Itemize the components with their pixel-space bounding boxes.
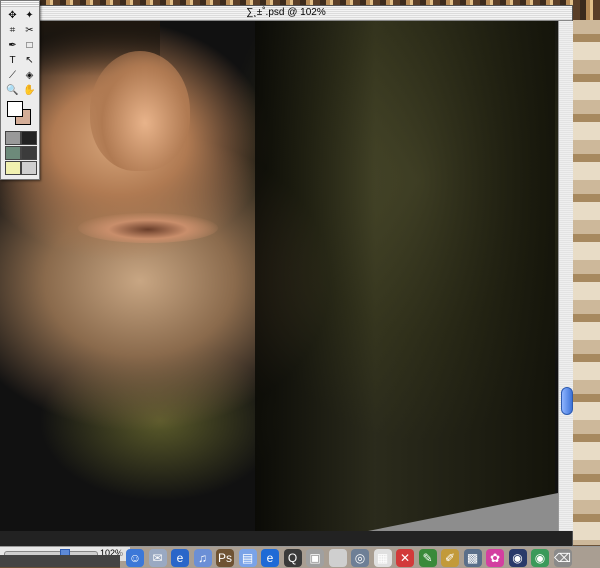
painting-mouth	[78, 213, 218, 243]
apple-icon[interactable]	[328, 549, 347, 567]
flower-icon[interactable]: ✿	[486, 549, 504, 567]
sherlock-icon[interactable]: ◎	[351, 549, 369, 567]
rectangle-tool-icon[interactable]: □	[21, 38, 38, 54]
eyedropper-tool-icon[interactable]: ⟋	[4, 68, 21, 84]
path-select-tool-icon[interactable]: ↖	[21, 53, 38, 69]
screen-mode-standard-icon[interactable]	[5, 146, 21, 160]
tools-palette: ✥ ✦ ⌗ ✂ ✒ □ T ↖ ⟋ ◈ 🔍 ✋	[0, 0, 40, 180]
desktop-bottom-left	[0, 555, 120, 567]
ical-icon[interactable]: ▦	[373, 549, 392, 567]
crop-tool-icon[interactable]: ⌗	[4, 23, 21, 39]
image-canvas[interactable]	[0, 21, 558, 531]
internet-explorer-icon[interactable]: e	[261, 549, 279, 567]
brush-app-icon[interactable]: ✐	[441, 549, 459, 567]
wand-tool-icon[interactable]: ✦	[21, 8, 38, 24]
quicktime-icon[interactable]: Q	[283, 549, 302, 567]
trash-icon[interactable]: ⌫	[553, 549, 572, 567]
dock: ☺ ✉ e ♫ Ps ▤ e Q ▣ ◎ ▦ ✕ ✎ ✐ ▩ ✿ ◉ ◉ ⌫	[120, 546, 600, 568]
foreground-color-swatch[interactable]	[7, 101, 23, 117]
scroll-thumb[interactable]	[561, 387, 573, 415]
image-app-icon[interactable]: ▩	[463, 549, 482, 567]
window-title: ∑¸±˚.psd @ 102%	[246, 7, 326, 18]
preview-icon[interactable]: ▣	[306, 549, 324, 567]
stop-icon[interactable]: ✕	[396, 549, 414, 567]
eye-icon[interactable]: ◉	[531, 549, 549, 567]
itunes-icon[interactable]: ♫	[193, 549, 212, 567]
document-window: ∑¸±˚.psd @ 102% 102%	[0, 6, 573, 561]
move-tool-icon[interactable]: ✥	[4, 8, 21, 24]
mail-icon[interactable]: ✉	[148, 549, 167, 567]
hand-tool-icon[interactable]: ✋	[21, 83, 38, 99]
painting-hood	[255, 21, 555, 531]
extra-tool-icon[interactable]	[21, 161, 37, 175]
standard-mode-icon[interactable]	[5, 131, 21, 145]
pencil-app-icon[interactable]: ✎	[418, 549, 437, 567]
vertical-scrollbar[interactable]	[558, 21, 573, 531]
window-titlebar[interactable]: ∑¸±˚.psd @ 102%	[0, 6, 572, 21]
quickmask-mode-icon[interactable]	[21, 131, 37, 145]
paint-bucket-tool-icon[interactable]: ◈	[21, 68, 38, 84]
zoom-tool-icon[interactable]: 🔍	[4, 83, 21, 99]
type-tool-icon[interactable]: T	[4, 53, 21, 69]
screen-mode-full-icon[interactable]	[21, 146, 37, 160]
palette-grip[interactable]	[1, 1, 39, 7]
canvas-grey-corner	[368, 493, 558, 531]
finder-icon[interactable]: ☺	[126, 549, 144, 567]
pen-tool-icon[interactable]: ✒	[4, 38, 21, 54]
spiral-icon[interactable]: ◉	[508, 549, 527, 567]
imageready-jump-icon[interactable]	[5, 161, 21, 175]
ie-icon[interactable]: e	[171, 549, 189, 567]
slice-tool-icon[interactable]: ✂	[21, 23, 38, 39]
folder-icon[interactable]: ▤	[238, 549, 257, 567]
photoshop-icon[interactable]: Ps	[216, 549, 234, 567]
painting-nose	[90, 51, 190, 171]
